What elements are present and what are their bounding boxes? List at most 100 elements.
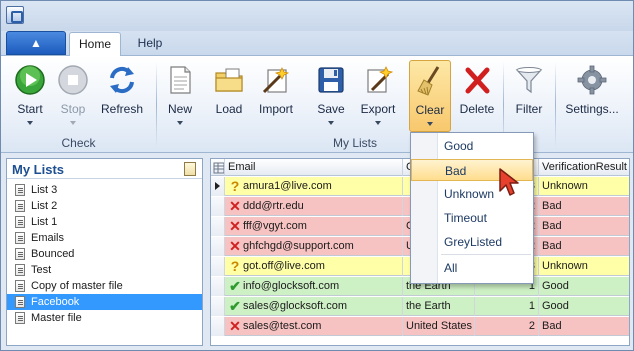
group-label-my-lists: My Lists (332, 136, 377, 150)
list-item[interactable]: List 3 (7, 182, 202, 198)
import-label: Import (258, 102, 293, 116)
app-icon[interactable] (6, 6, 24, 24)
import-button[interactable]: Import (253, 60, 299, 132)
clear-dropdown-menu: Good Bad Unknown Timeout GreyListed All (410, 132, 534, 284)
list-item[interactable]: List 2 (7, 198, 202, 214)
clear-menu-item[interactable]: Good (411, 135, 533, 157)
column-header-email[interactable]: Email (225, 159, 403, 176)
stop-icon (58, 65, 88, 95)
settings-button[interactable]: Settings... (563, 60, 621, 132)
list-item[interactable]: Facebook (7, 294, 202, 310)
document-icon (15, 296, 25, 308)
clear-dropdown-arrow[interactable] (427, 122, 433, 126)
email-cell[interactable]: ✔ info@glocksoft.com (225, 277, 403, 296)
new-document-icon (170, 66, 191, 94)
verification-result-cell[interactable]: Bad (539, 317, 629, 336)
list-item[interactable]: List 1 (7, 214, 202, 230)
tab-help[interactable]: Help (129, 32, 171, 56)
list-item[interactable]: Bounced (7, 246, 202, 262)
row-selector-cell[interactable] (211, 257, 225, 276)
list-item-label: Test (31, 264, 52, 276)
red-x-icon: ✕ (229, 318, 241, 334)
load-folder-icon (215, 68, 243, 92)
delete-button[interactable]: Delete (455, 60, 499, 132)
email-cell[interactable]: ? got.off@live.com (225, 257, 403, 276)
email-cell[interactable]: ✕ ghfchgd@support.com (225, 237, 403, 256)
column-header-verification-result[interactable]: VerificationResult (539, 159, 629, 176)
tab-home[interactable]: Home (69, 32, 121, 56)
clear-label: Clear (415, 103, 445, 117)
verification-result-cell[interactable]: Good (539, 297, 629, 316)
delete-label: Delete (459, 102, 495, 116)
my-lists-list: List 3 List 2 List 1 Emails Bounced Test Copy … (7, 179, 202, 326)
red-x-icon: ✕ (229, 218, 241, 234)
filter-button[interactable]: Filter (509, 60, 549, 132)
document-icon (15, 200, 25, 212)
list-item[interactable]: Master file (7, 310, 202, 326)
row-selector-cell[interactable] (211, 277, 225, 296)
stop-label: Stop (60, 102, 86, 116)
email-text: ghfchgd@support.com (243, 240, 354, 252)
green-check-icon: ✔ (229, 278, 241, 294)
verification-result-cell[interactable]: Unknown (539, 177, 629, 196)
save-dropdown-arrow[interactable] (328, 121, 334, 125)
notes-icon[interactable] (184, 162, 196, 176)
red-x-icon: ✕ (229, 198, 241, 214)
table-row[interactable]: ✔ sales@glocksoft.com the Earth 1 Good (211, 297, 629, 316)
verification-result-cell[interactable]: Good (539, 277, 629, 296)
load-label: Load (215, 102, 243, 116)
list-item[interactable]: Copy of master file (7, 278, 202, 294)
document-icon (15, 264, 25, 276)
red-x-icon: ✕ (229, 238, 241, 254)
email-cell[interactable]: ✔ sales@glocksoft.com (225, 297, 403, 316)
verification-result-cell[interactable]: Bad (539, 237, 629, 256)
result-code-cell[interactable]: 1 (475, 297, 539, 316)
country-cell[interactable]: the Earth (403, 297, 475, 316)
table-row[interactable]: ✕ sales@test.com United States 2 Bad (211, 317, 629, 336)
row-selector-cell[interactable] (211, 297, 225, 316)
list-item[interactable]: Emails (7, 230, 202, 246)
stop-dropdown-arrow (70, 121, 76, 125)
verification-result-cell[interactable]: Unknown (539, 257, 629, 276)
verification-result-cell[interactable]: Bad (539, 197, 629, 216)
stop-button[interactable]: Stop (54, 60, 92, 132)
refresh-button[interactable]: Refresh (97, 60, 147, 132)
new-button[interactable]: New (161, 60, 199, 132)
my-lists-header: My Lists (7, 159, 202, 179)
row-selector-cell[interactable] (211, 197, 225, 216)
main-window: ▲ Home Help Start Stop Refresh Check New… (0, 0, 634, 351)
document-icon (15, 216, 25, 228)
group-separator (156, 62, 157, 148)
email-cell[interactable]: ? amura1@live.com (225, 177, 403, 196)
clear-menu-item[interactable]: GreyListed (411, 231, 533, 253)
email-cell[interactable]: ✕ fff@vgyt.com (225, 217, 403, 236)
list-item[interactable]: Test (7, 262, 202, 278)
email-cell[interactable]: ✕ sales@test.com (225, 317, 403, 336)
ribbon: Start Stop Refresh Check New Load Import… (1, 56, 633, 153)
verification-result-cell[interactable]: Bad (539, 217, 629, 236)
email-cell[interactable]: ✕ ddd@rtr.edu (225, 197, 403, 216)
new-dropdown-arrow[interactable] (177, 121, 183, 125)
menu-separator (441, 254, 531, 255)
save-button[interactable]: Save (311, 60, 351, 132)
row-selector-cell[interactable] (211, 237, 225, 256)
start-dropdown-arrow[interactable] (27, 121, 33, 125)
row-selector-cell[interactable] (211, 177, 225, 196)
start-button[interactable]: Start (9, 60, 51, 132)
country-cell[interactable]: United States (403, 317, 475, 336)
row-selector-cell[interactable] (211, 217, 225, 236)
list-item-label: List 1 (31, 216, 58, 228)
clear-menu-item[interactable]: All (411, 257, 533, 279)
save-label: Save (317, 102, 345, 116)
load-button[interactable]: Load (209, 60, 249, 132)
clear-menu-item[interactable]: Timeout (411, 207, 533, 229)
email-text: ddd@rtr.edu (243, 200, 304, 212)
export-dropdown-arrow[interactable] (375, 121, 381, 125)
export-button[interactable]: Export (355, 60, 401, 132)
result-code-cell[interactable]: 2 (475, 317, 539, 336)
refresh-label: Refresh (100, 102, 144, 116)
start-label: Start (17, 102, 43, 116)
clear-button[interactable]: Clear (409, 60, 451, 132)
row-selector-cell[interactable] (211, 317, 225, 336)
app-menu-button[interactable]: ▲ (6, 31, 66, 55)
